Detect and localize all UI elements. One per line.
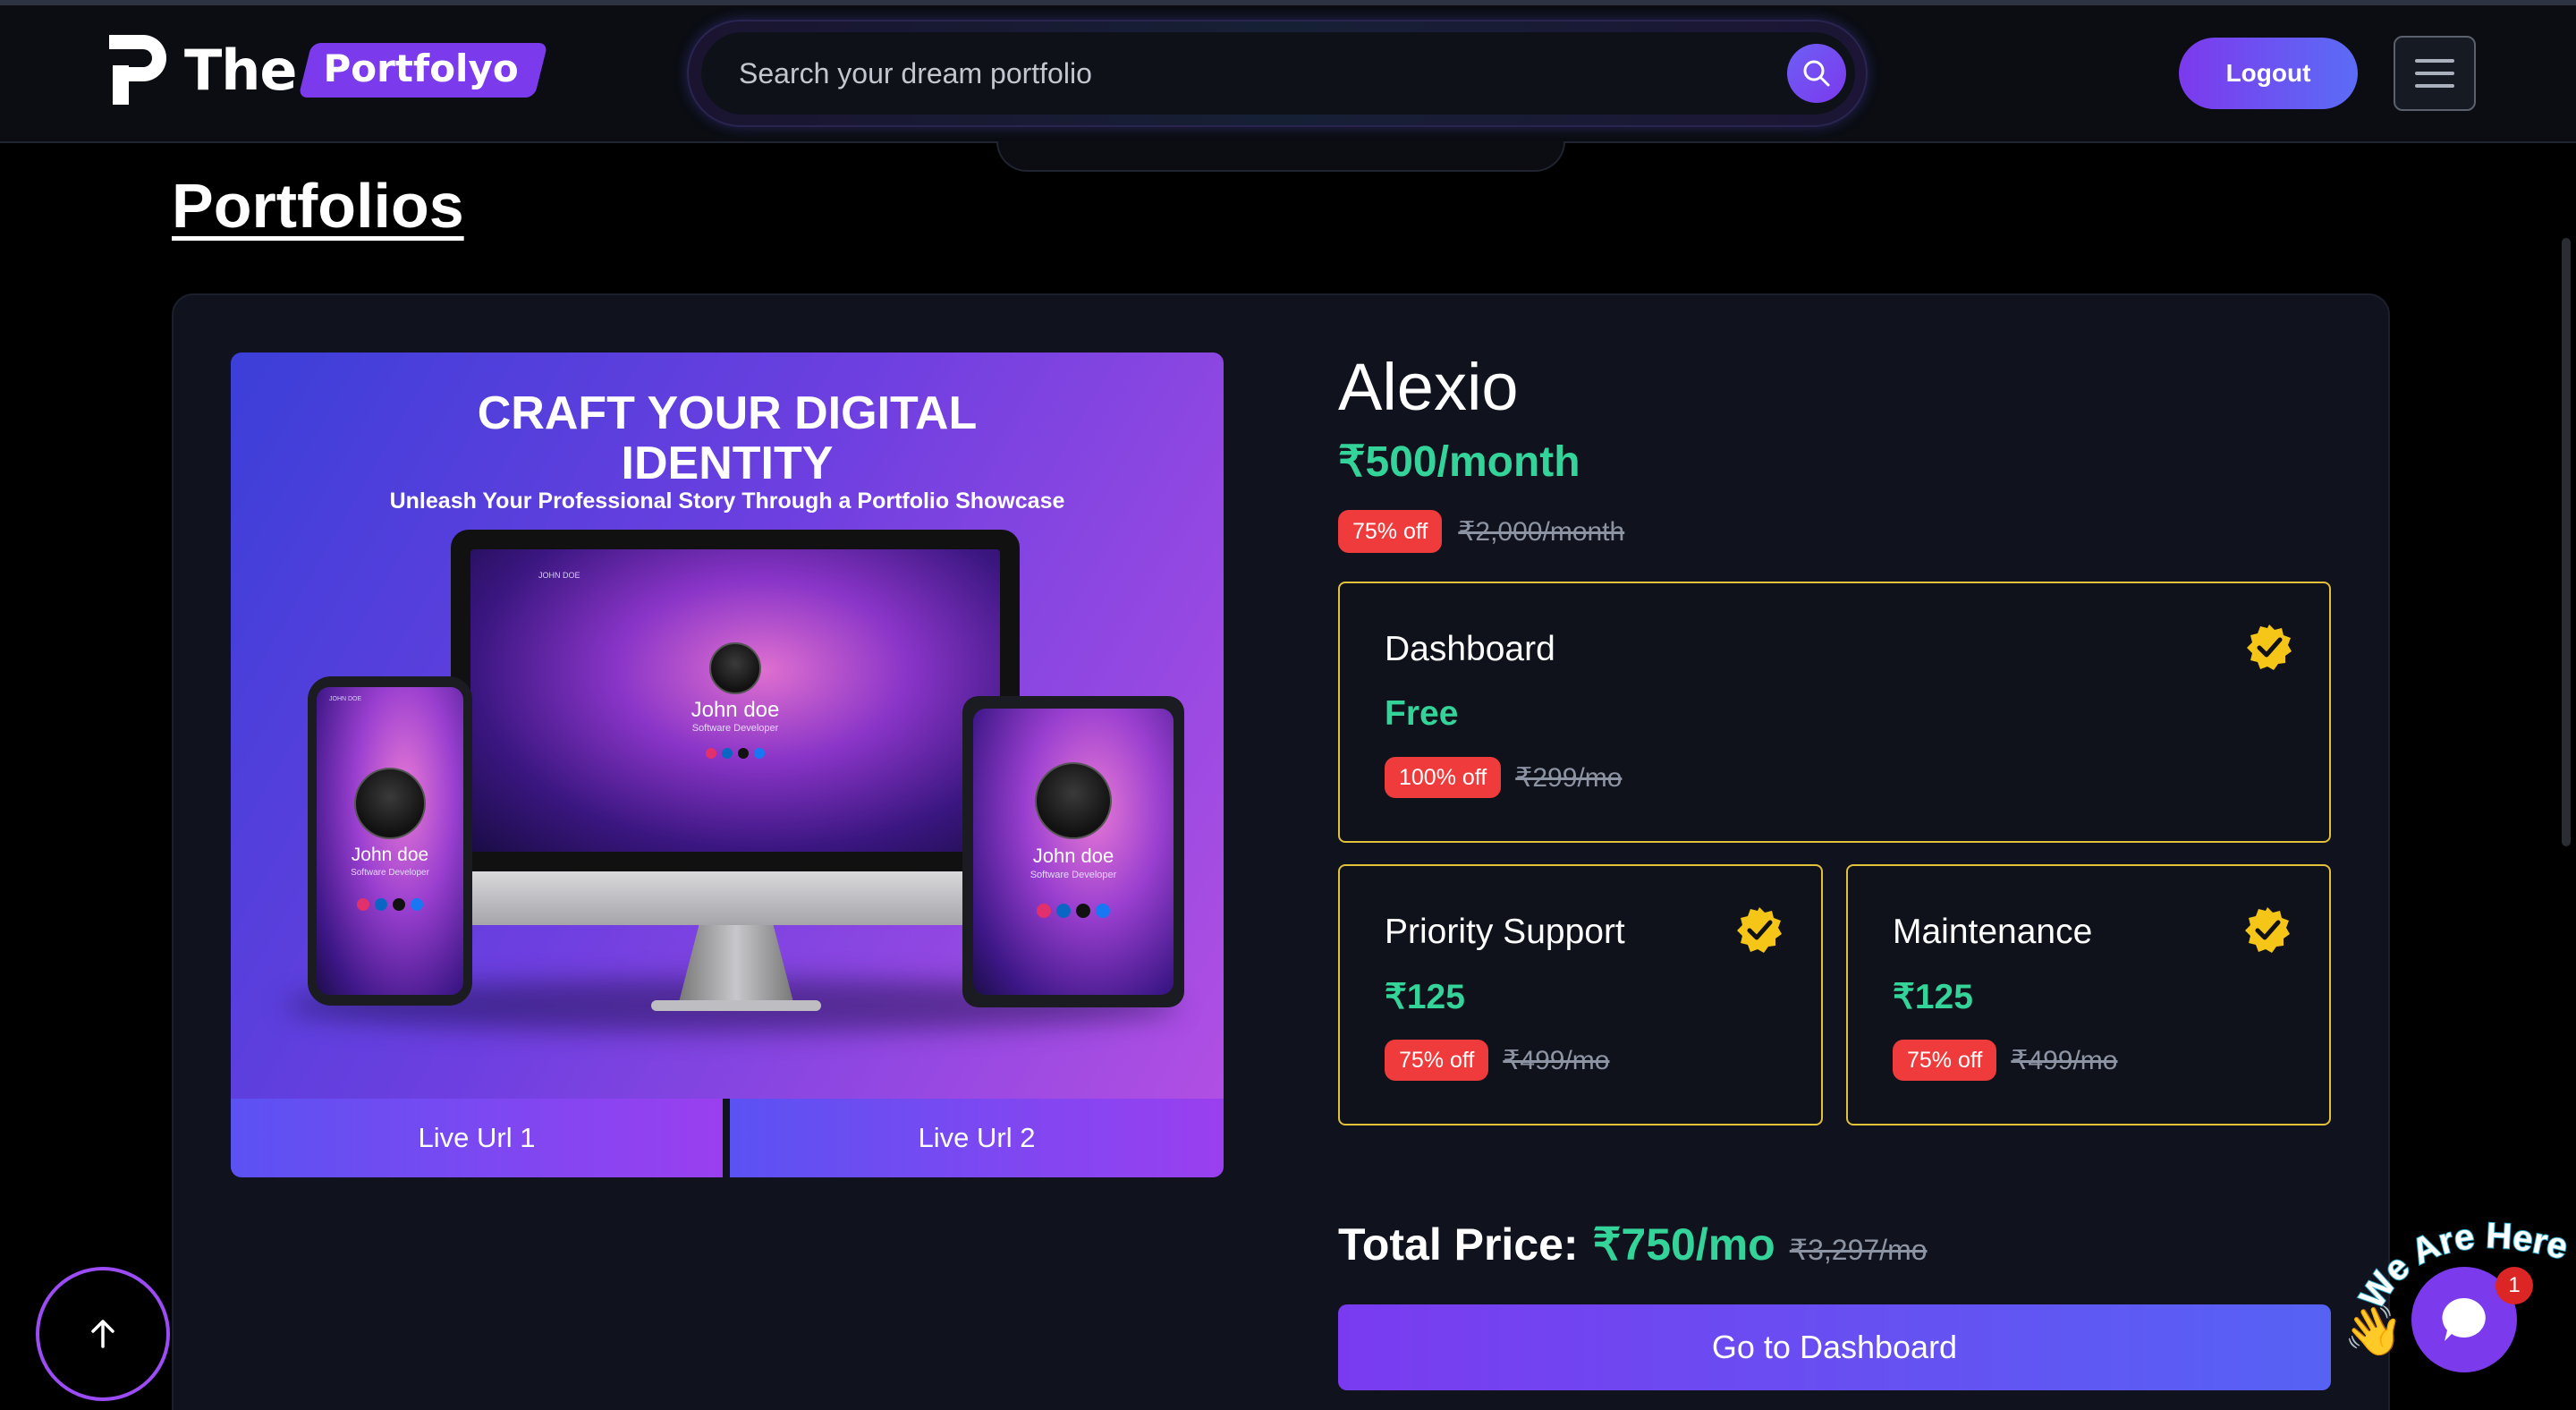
feature-price: ₹125 <box>1385 978 1465 1016</box>
portfolio-price: ₹500/month <box>1338 438 1580 486</box>
preview-headline-line2: IDENTITY <box>621 437 834 489</box>
tablet-screen: John doe Software Developer <box>973 709 1174 995</box>
monitor-base <box>651 1000 821 1011</box>
site-logo[interactable]: The Portfolyo <box>106 27 549 113</box>
verified-check-icon <box>2247 624 2292 670</box>
original-price: ₹2,000/month <box>1458 516 1625 547</box>
phone-mockup: JOHN DOE John doe Software Developer <box>308 676 472 1006</box>
unread-count-badge: 1 <box>2496 1267 2533 1304</box>
menu-line <box>2415 72 2454 75</box>
search-input[interactable] <box>701 56 1730 90</box>
verified-check-icon <box>1737 907 1782 953</box>
phone-screen: JOHN DOE John doe Software Developer <box>317 687 463 995</box>
total-price-row: Total Price: ₹750/mo ₹3,297/mo <box>1338 1219 1928 1270</box>
chat-widget: We Are Here! 👋 1 <box>2343 1204 2576 1410</box>
menu-line <box>2415 59 2454 63</box>
mock-avatar <box>1035 762 1112 839</box>
monitor-screen: JOHN DOE John doe Software Developer <box>470 549 1000 852</box>
mock-name: John doe <box>1032 845 1114 867</box>
preview-subheadline: Unleash Your Professional Story Through … <box>389 488 1065 514</box>
portfolio-discount-row: 75% off ₹2,000/month <box>1338 510 1624 553</box>
go-to-dashboard-button[interactable]: Go to Dashboard <box>1338 1304 2331 1390</box>
search-button[interactable] <box>1787 44 1846 103</box>
feature-price: Free <box>1385 694 1459 733</box>
page-scrollbar[interactable] <box>2562 238 2571 846</box>
mock-social-icons <box>317 898 463 911</box>
feature-title: Maintenance <box>1893 913 2093 951</box>
mock-avatar <box>709 642 761 694</box>
discount-badge: 75% off <box>1893 1040 1997 1081</box>
preview-headline-line1: CRAFT YOUR DIGITAL <box>477 387 978 439</box>
arrow-up-icon <box>91 1320 114 1348</box>
feature-card-priority-support[interactable]: Priority Support ₹125 75% off ₹499/mo <box>1338 864 1823 1125</box>
mock-social-icons <box>973 904 1174 918</box>
mock-role: Software Developer <box>1030 870 1117 880</box>
mock-nav-title: JOHN DOE <box>538 571 580 580</box>
chat-bubble-icon <box>2442 1297 2486 1341</box>
tablet-mockup: John doe Software Developer <box>962 696 1184 1007</box>
live-url-1-button[interactable]: Live Url 1 <box>231 1099 723 1177</box>
portfolio-name: Alexio <box>1338 350 1519 424</box>
live-url-row: Live Url 1 Live Url 2 <box>231 1099 1224 1177</box>
page-title: Portfolios <box>172 171 464 241</box>
monitor-chin <box>451 871 1020 925</box>
feature-title: Dashboard <box>1385 630 1555 668</box>
feature-price: ₹125 <box>1893 978 1973 1016</box>
discount-badge: 100% off <box>1385 757 1502 798</box>
menu-line <box>2415 84 2454 88</box>
mock-role: Software Developer <box>351 868 429 878</box>
search-icon <box>1803 60 1830 87</box>
logo-badge: Portfolyo <box>298 42 549 98</box>
original-price: ₹499/mo <box>1503 1045 1610 1075</box>
logout-button[interactable]: Logout <box>2179 38 2358 109</box>
live-url-2-button[interactable]: Live Url 2 <box>730 1099 1224 1177</box>
waving-hand-icon: 👋 <box>2343 1303 2404 1359</box>
mock-name: John doe <box>691 698 780 722</box>
total-price-label: Total Price: <box>1338 1219 1579 1270</box>
monitor-mockup: JOHN DOE John doe Software Developer <box>451 530 1020 871</box>
discount-badge: 75% off <box>1385 1040 1489 1081</box>
search-bar <box>701 32 1855 115</box>
mock-name: John doe <box>351 845 429 865</box>
portfolio-preview-image: CRAFT YOUR DIGITAL IDENTITY Unleash Your… <box>231 352 1224 1099</box>
scroll-to-top-button[interactable] <box>36 1267 170 1401</box>
feature-discount-row: 100% off ₹299/mo <box>1385 757 1622 798</box>
monitor-stand <box>678 925 794 1006</box>
original-price: ₹299/mo <box>1515 762 1623 793</box>
mock-nav-title: JOHN DOE <box>329 696 362 702</box>
hamburger-menu-button[interactable] <box>2394 36 2476 111</box>
original-price: ₹499/mo <box>2011 1045 2118 1075</box>
mock-avatar <box>354 768 426 839</box>
feature-discount-row: 75% off ₹499/mo <box>1385 1040 1609 1081</box>
logo-p-icon <box>106 31 172 108</box>
feature-card-dashboard[interactable]: Dashboard Free 100% off ₹299/mo <box>1338 582 2331 843</box>
feature-discount-row: 75% off ₹499/mo <box>1893 1040 2117 1081</box>
total-original-price: ₹3,297/mo <box>1789 1234 1928 1266</box>
feature-card-maintenance[interactable]: Maintenance ₹125 75% off ₹499/mo <box>1846 864 2331 1125</box>
mock-social-icons <box>470 748 1000 759</box>
feature-title: Priority Support <box>1385 913 1625 951</box>
total-price-value: ₹750/mo <box>1592 1219 1775 1270</box>
mock-role: Software Developer <box>691 723 779 734</box>
verified-check-icon <box>2245 907 2290 953</box>
discount-badge: 75% off <box>1338 510 1443 553</box>
logo-word: The <box>184 37 297 103</box>
search-underhang <box>996 141 1565 172</box>
